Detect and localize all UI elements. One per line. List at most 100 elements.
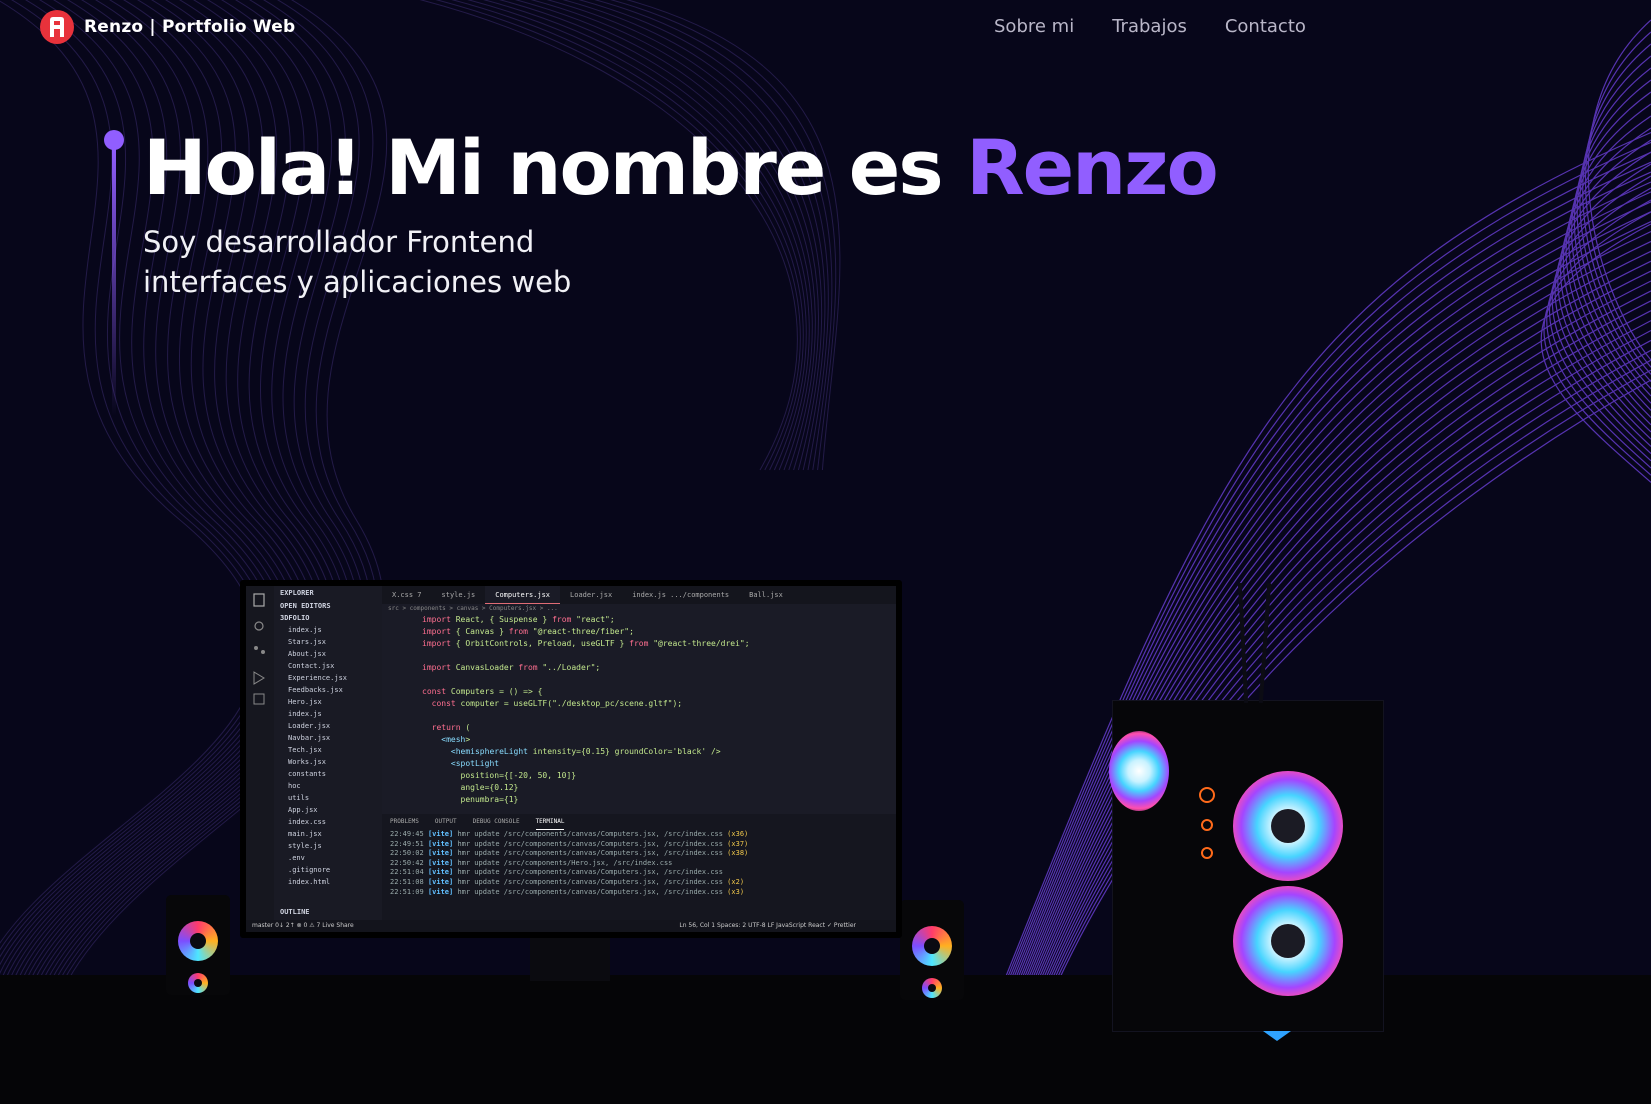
terminal-line: 22:49:51 [vite] hmr update /src/componen… [390, 839, 749, 848]
speaker-led-ring [912, 926, 952, 966]
code-line: import { OrbitControls, Preload, useGLTF… [422, 639, 750, 648]
explorer-file[interactable]: index.html [274, 876, 382, 888]
editor-tabs: X.css 7 style.js Computers.jsx Loader.jsx in… [382, 586, 896, 604]
explorer-file[interactable]: App.jsx [274, 804, 382, 816]
editor-tab[interactable]: index.js .../components [622, 586, 739, 604]
code-line: return ( [431, 723, 471, 732]
code-line: angle={0.12} [422, 783, 519, 792]
speaker-led-ring [178, 921, 218, 961]
explorer-file[interactable]: Loader.jsx [274, 720, 382, 732]
explorer-file[interactable]: Hero.jsx [274, 696, 382, 708]
explorer-file[interactable]: About.jsx [274, 648, 382, 660]
logo-icon [40, 10, 74, 44]
open-editors-header[interactable]: OPEN EDITORS [274, 600, 382, 612]
navbar: Renzo | Portfolio Web Sobre mi Trabajos … [0, 0, 1651, 56]
status-left: master 0↓ 2↑ ⊗ 0 ⚠ 7 Live Share [252, 922, 354, 929]
desk [0, 975, 1651, 1104]
hero-subtitle-line-2: interfaces y aplicaciones web [143, 265, 572, 299]
brand-subtitle: | Portfolio Web [149, 17, 296, 37]
explorer-file[interactable]: .env [274, 852, 382, 864]
hero-title-name: Renzo [966, 123, 1219, 212]
terminal-line: 22:49:45 [vite] hmr update /src/componen… [390, 830, 749, 838]
code-line: penumbra={1} [422, 795, 519, 804]
explorer-file[interactable]: index.js [274, 708, 382, 720]
code-line: position={[-20, 50, 10]} [422, 771, 577, 780]
ide-explorer: EXPLORER OPEN EDITORS 3DFOLIO index.js St… [274, 586, 382, 920]
front-led [1201, 819, 1213, 831]
explorer-file[interactable]: Experience.jsx [274, 672, 382, 684]
speaker-led-ring-small [188, 973, 208, 993]
explorer-file[interactable]: hoc [274, 780, 382, 792]
pc-case [1109, 582, 1384, 1041]
front-led [1199, 787, 1215, 803]
terminal-tab[interactable]: PROBLEMS [390, 814, 419, 830]
explorer-file[interactable]: Contact.jsx [274, 660, 382, 672]
nav-links: Sobre mi Trabajos Contacto [994, 16, 1344, 37]
editor-tab[interactable]: Ball.jsx [739, 586, 793, 604]
brand-link[interactable]: Renzo | Portfolio Web [40, 10, 295, 44]
hero-title-prefix: Hola! Mi nombre es [143, 123, 967, 212]
ide-editor: X.css 7 style.js Computers.jsx Loader.jsx in… [382, 586, 896, 814]
outline-header[interactable]: OUTLINE [280, 908, 310, 916]
explorer-file[interactable]: Tech.jsx [274, 744, 382, 756]
explorer-file[interactable]: Feedbacks.jsx [274, 684, 382, 696]
explorer-file[interactable]: .gitignore [274, 864, 382, 876]
editor-tab[interactable]: Loader.jsx [560, 586, 622, 604]
terminal-tab[interactable]: DEBUG CONSOLE [473, 814, 520, 830]
hero-subtitle-line-1: Soy desarrollador Frontend [143, 225, 535, 259]
code-line: const computer = useGLTF("./desktop_pc/s… [431, 699, 683, 708]
explorer-file[interactable]: Works.jsx [274, 756, 382, 768]
editor-tab[interactable]: Computers.jsx [485, 586, 561, 604]
nav-link-contacto[interactable]: Contacto [1225, 16, 1306, 37]
code-line: import { Canvas } from "@react-three/fib… [422, 627, 634, 636]
project-folder[interactable]: 3DFOLIO [274, 612, 382, 624]
case-fan-bottom [1233, 886, 1343, 996]
monitor: EXPLORER OPEN EDITORS 3DFOLIO index.js St… [240, 580, 902, 938]
speaker-led-ring-small [922, 978, 942, 998]
monitor-stand [530, 936, 610, 981]
explorer-file[interactable]: style.js [274, 840, 382, 852]
explorer-file[interactable]: constants [274, 768, 382, 780]
terminal-tab[interactable]: TERMINAL [535, 814, 565, 830]
terminal-line: 22:50:42 [vite] hmr update /src/componen… [390, 858, 673, 867]
nav-link-sobre-mi[interactable]: Sobre mi [994, 16, 1074, 37]
editor-tab[interactable]: style.js [432, 586, 486, 604]
hero-title: Hola! Mi nombre es Renzo [143, 118, 1219, 218]
code-line: import React, { Suspense } from "react"; [422, 615, 615, 624]
fan-hub [1271, 924, 1305, 958]
left-speaker [166, 895, 230, 995]
side-fan [1109, 731, 1169, 811]
explorer-file-list: index.js Stars.jsx About.jsx Contact.jsx Exp… [274, 624, 382, 888]
right-speaker [900, 900, 964, 1000]
explorer-file[interactable]: utils [274, 792, 382, 804]
explorer-file[interactable]: main.jsx [274, 828, 382, 840]
editor-breadcrumb: src > components > canvas > Computers.js… [388, 605, 558, 612]
code-line: <spotLight [450, 759, 500, 768]
case-fan-top [1233, 771, 1343, 881]
fan-hub [1271, 809, 1305, 843]
explorer-file[interactable]: index.css [274, 816, 382, 828]
terminal-line: 22:51:09 [vite] hmr update /src/componen… [390, 887, 745, 896]
brand-emblem-icon [1263, 1031, 1291, 1041]
code-lines: import React, { Suspense } from "react";… [382, 614, 896, 806]
explorer-file[interactable]: Stars.jsx [274, 636, 382, 648]
nav-link-trabajos[interactable]: Trabajos [1112, 16, 1187, 37]
hero-subtitle: Soy desarrollador Frontend interfaces y … [143, 222, 571, 302]
code-line: import CanvasLoader from "../Loader"; [422, 663, 601, 672]
explorer-file[interactable]: index.js [274, 624, 382, 636]
explorer-header: EXPLORER [280, 589, 314, 597]
editor-tab[interactable]: X.css 7 [382, 586, 432, 604]
terminal-line: 22:51:08 [vite] hmr update /src/componen… [390, 877, 745, 886]
code-editor-screen: EXPLORER OPEN EDITORS 3DFOLIO index.js St… [246, 586, 896, 932]
explorer-file[interactable]: Navbar.jsx [274, 732, 382, 744]
terminal-line: 22:51:04 [vite] hmr update /src/componen… [390, 868, 723, 877]
terminal-tabs: PROBLEMS OUTPUT DEBUG CONSOLE TERMINAL [382, 814, 896, 830]
terminal-tab[interactable]: OUTPUT [435, 814, 457, 830]
code-line: const Computers = () => { [422, 687, 543, 696]
code-line: <hemisphereLight intensity={0.15} ground… [450, 747, 721, 756]
ide-activity-bar [246, 586, 274, 920]
ide-status-bar: master 0↓ 2↑ ⊗ 0 ⚠ 7 Live Share Ln 56, C… [246, 920, 896, 932]
